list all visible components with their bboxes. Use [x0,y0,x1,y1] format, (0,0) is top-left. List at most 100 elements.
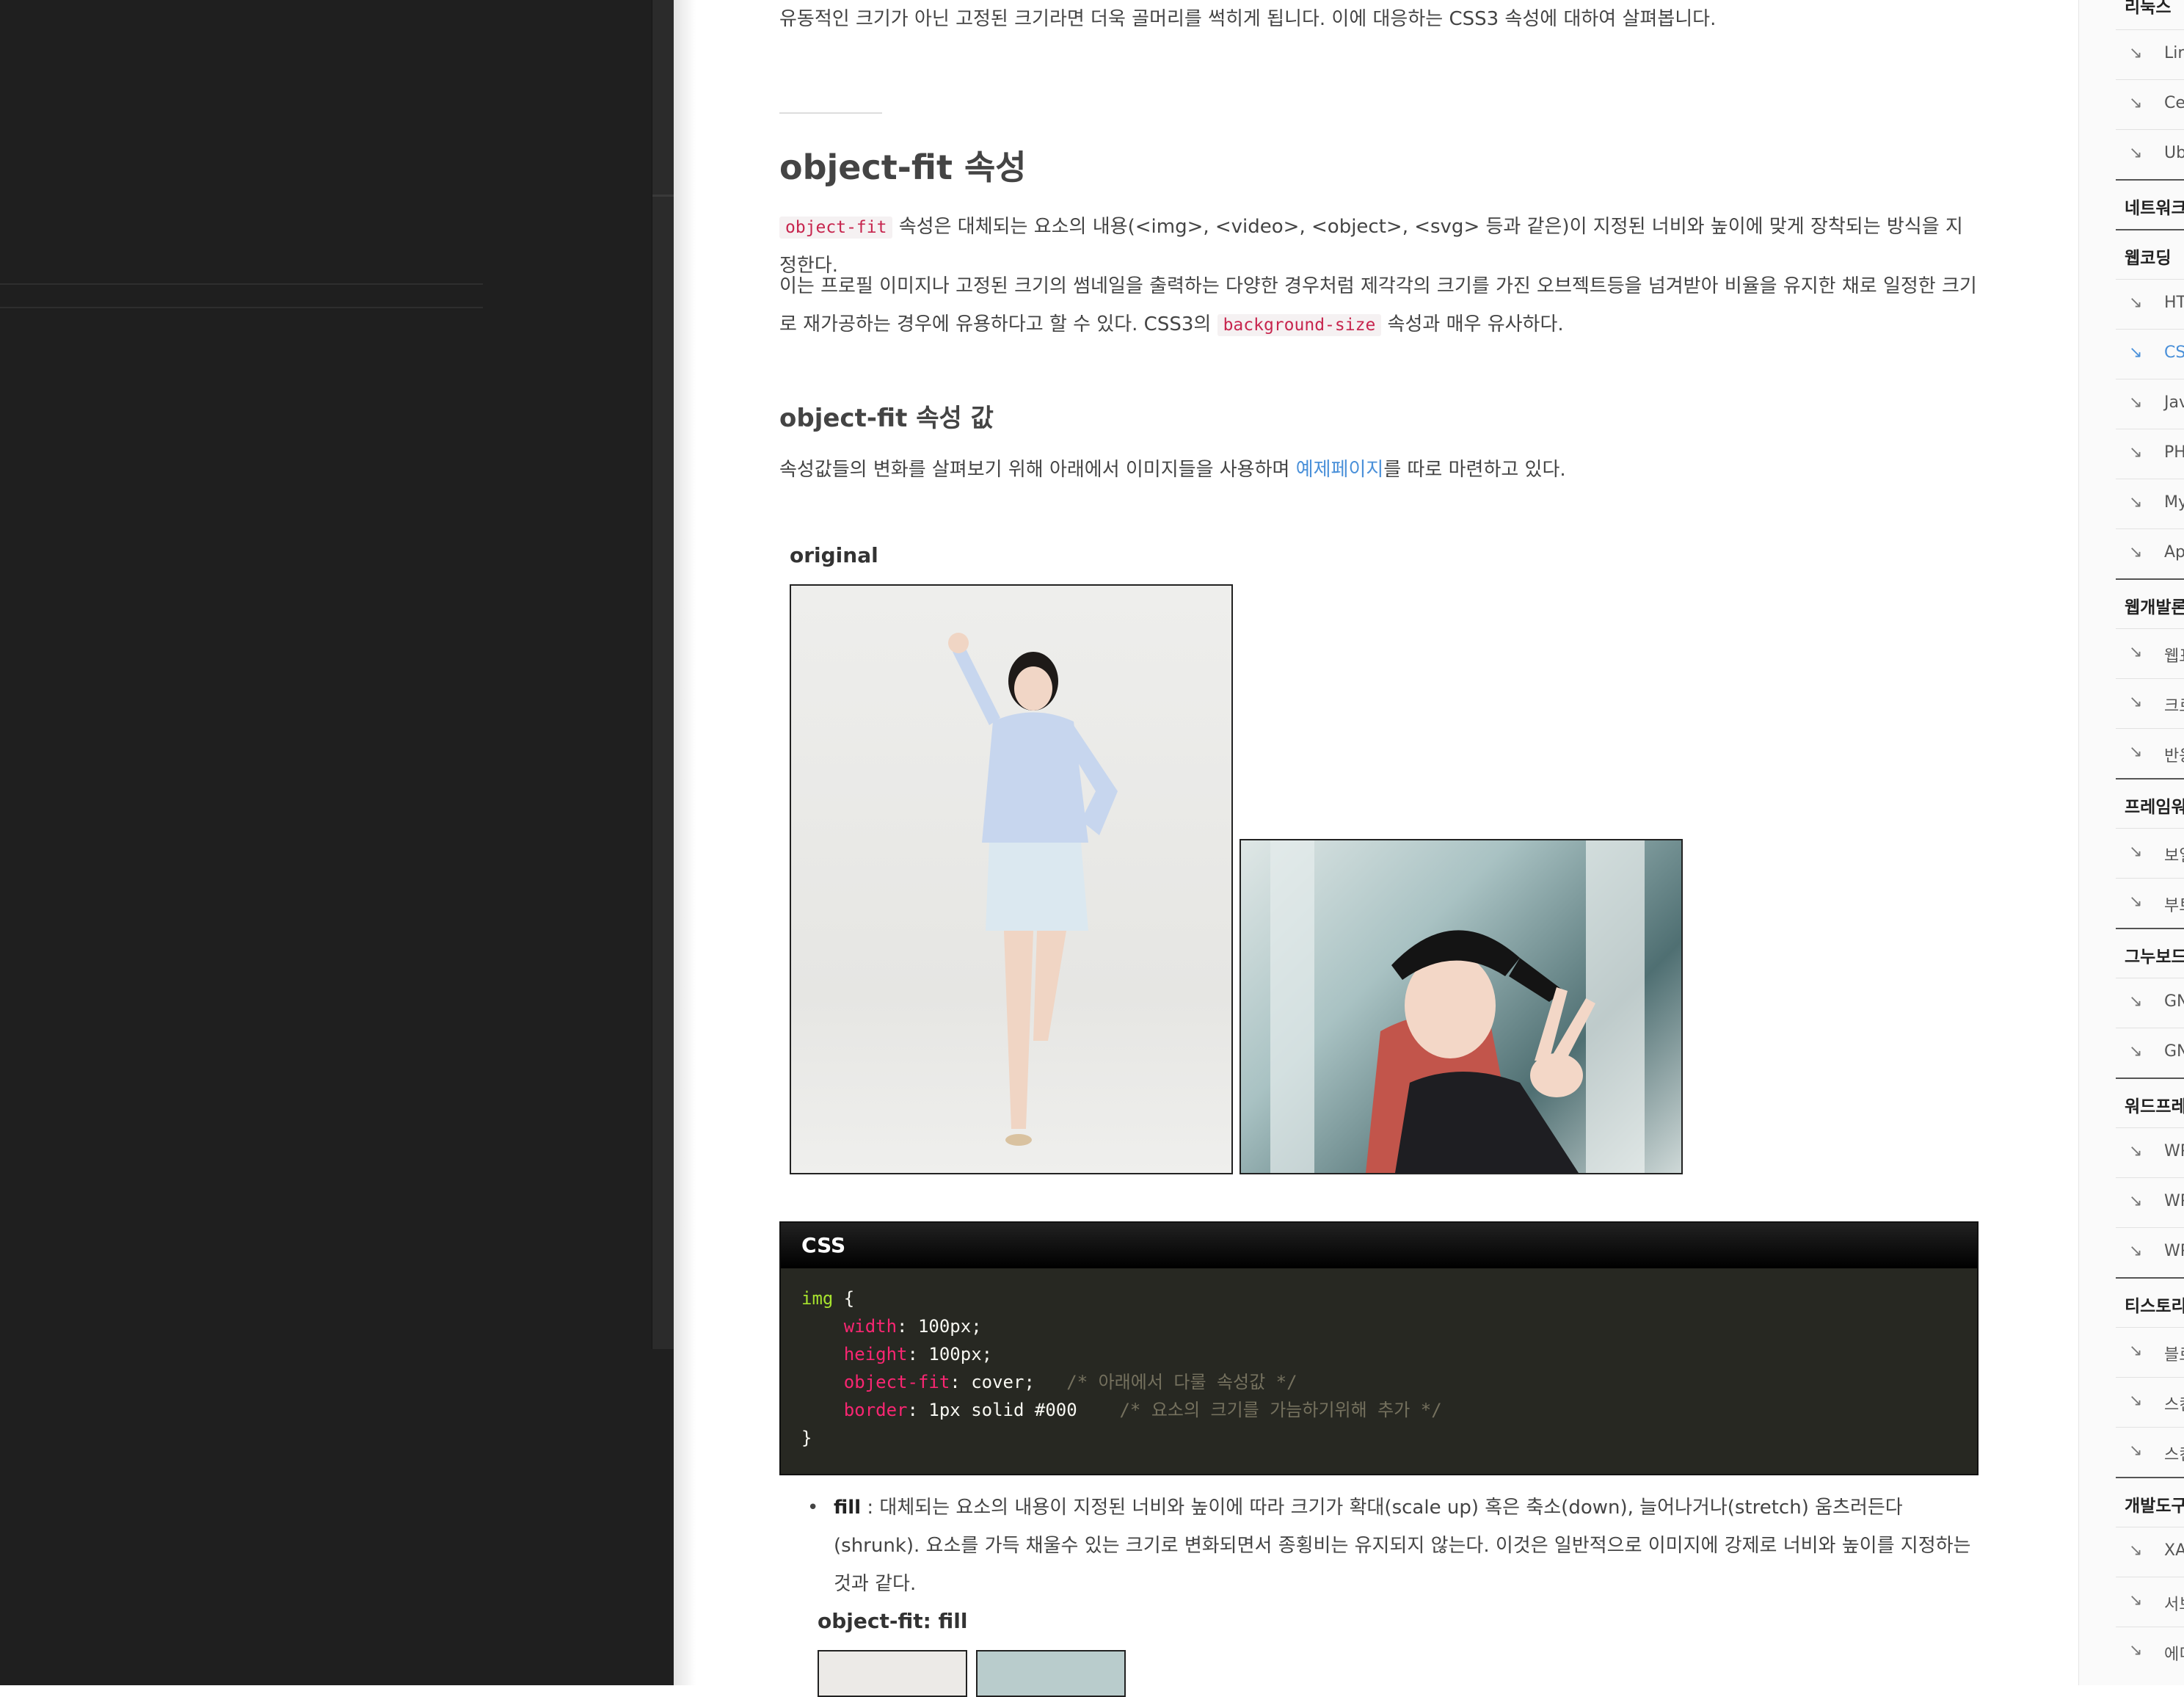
code-selector: img [801,1288,834,1309]
arrow-icon: ↘ [2129,44,2143,62]
fill-bullet-item: • fill : 대체되는 요소의 내용이 지정된 너비와 높이에 따라 크기가… [807,1489,1976,1603]
sidebar-item-wordpress-1[interactable]: ↘ WP [2079,1127,2184,1177]
sidebar-item-webdev-3[interactable]: ↘ 반응 [2079,728,2184,778]
example-text-before: 속성값들의 변화를 살펴보기 위해 아래에서 이미지들을 사용하며 [779,459,1296,481]
sidebar-item-css[interactable]: ↘ CSS [2079,329,2184,379]
bullet-description: : 대체되는 요소의 내용이 지정된 너비와 높이에 따라 크기가 확대(sca… [834,1497,1971,1595]
sidebar-item-gnuboard-1[interactable]: ↘ GNU [2079,978,2184,1028]
sidebar-category-webdev[interactable]: 웹개발론 [2079,578,2184,628]
sidebar-category-framework[interactable]: 프레임워크 [2079,778,2184,828]
sidebar-item-php[interactable]: ↘ PHP [2079,429,2184,479]
sidebar-category-label: 그누보드 [2125,948,2184,967]
arrow-icon: ↘ [2129,344,2143,362]
sidebar-item-label: WP [2164,1192,2184,1210]
arrow-icon: ↘ [2129,443,2143,462]
sidebar-category-wordpress[interactable]: 워드프레스 [2079,1078,2184,1127]
sidebar-category-label: 리눅스 [2125,0,2172,17]
arrow-icon: ↘ [2129,1641,2143,1660]
sidebar-item-label: 블로 [2164,1346,2184,1364]
sidebar-item-framework-1[interactable]: ↘ 보일 [2079,828,2184,878]
section-divider [779,112,882,114]
sidebar-category-devtools[interactable]: 개발도구 [2079,1477,2184,1527]
arrow-icon: ↘ [2129,543,2143,562]
arrow-icon: ↘ [2129,493,2143,512]
code-property: width [843,1316,898,1337]
sidebar-category-gnuboard[interactable]: 그누보드 [2079,928,2184,978]
arrow-icon: ↘ [2129,94,2143,112]
left-panel-scrollbar[interactable] [652,0,674,1349]
arrow-icon: ↘ [2129,1042,2143,1061]
demo-fill-thumb-2 [976,1650,1126,1697]
sidebar-item-mysql[interactable]: ↘ MyS [2079,479,2184,528]
subsection-title: object-fit 속성 값 [779,404,994,433]
arrow-icon: ↘ [2129,693,2143,711]
sidebar-item-label: CSS [2164,344,2184,362]
sidebar-item-webdev-1[interactable]: ↘ 웹표 [2079,628,2184,678]
sidebar-item-tistory-3[interactable]: ↘ 스킨 [2079,1427,2184,1477]
bullet-term: fill [834,1497,862,1519]
arrow-icon: ↘ [2129,743,2143,761]
arrow-icon: ↘ [2129,643,2143,661]
usage-text-after: 속성과 매우 유사하다. [1381,313,1564,335]
sidebar-item-devtools-1[interactable]: ↘ XAM [2079,1527,2184,1577]
section-title: object-fit 속성 [779,148,1027,187]
sidebar-item-html[interactable]: ↘ HTM [2079,279,2184,329]
arrow-icon: ↘ [2129,1342,2143,1360]
arrow-icon: ↘ [2129,1192,2143,1210]
sidebar-item-label: 부트 [2164,897,2184,915]
arrow-icon: ↘ [2129,393,2143,412]
sidebar-item-tistory-1[interactable]: ↘ 블로 [2079,1327,2184,1377]
sidebar-item-javascript[interactable]: ↘ Java [2079,379,2184,429]
code-value: : 100px; [897,1316,982,1337]
sidebar-item-apache[interactable]: ↘ App [2079,528,2184,578]
sidebar-item-label: WP [2164,1142,2184,1160]
sidebar-item-devtools-2[interactable]: ↘ 서브 [2079,1577,2184,1627]
sidebar-category-tistory[interactable]: 티스토리 [2079,1277,2184,1327]
sidebar-item-webdev-2[interactable]: ↘ 크로 [2079,678,2184,728]
sidebar-item-linux-1[interactable]: ↘ Linu [2079,29,2184,79]
sidebar-item-linux-3[interactable]: ↘ Ubu [2079,129,2184,179]
page-shadow [674,0,696,1685]
sidebar-item-gnuboard-2[interactable]: ↘ GNU [2079,1028,2184,1078]
left-panel-divider [0,307,483,308]
arrow-icon: ↘ [2129,144,2143,162]
sidebar-category-webcoding[interactable]: 웹코딩 [2079,229,2184,279]
code-value: : 1px solid #000 [907,1400,1077,1420]
sidebar-item-label: 스킨 [2164,1446,2184,1464]
category-sidebar: 리눅스 ↘ Linu ↘ Cen ↘ Ubu 네트워크 웹코딩 ↘ HTM ↘ CSS ↘… [2078,0,2184,1685]
sidebar-category-linux[interactable]: 리눅스 [2079,0,2184,28]
sidebar-item-wordpress-2[interactable]: ↘ WP [2079,1177,2184,1227]
sidebar-category-label: 프레임워크 [2125,798,2184,817]
sidebar-item-label: 스킨 [2164,1396,2184,1414]
sidebar-item-tistory-2[interactable]: ↘ 스킨 [2079,1377,2184,1427]
arrow-icon: ↘ [2129,992,2143,1011]
sidebar-category-label: 티스토리 [2125,1297,2184,1316]
demo-photo-full-body [790,584,1233,1174]
sidebar-item-label: PHP [2164,443,2184,462]
arrow-icon: ↘ [2129,1242,2143,1260]
sidebar-item-label: 에디 [2164,1646,2184,1664]
code-block-title: CSS [781,1223,1977,1268]
sidebar-category-label: 개발도구 [2125,1497,2184,1516]
sidebar-item-devtools-3[interactable]: ↘ 에디 [2079,1627,2184,1676]
code-comment: /* 요소의 크기를 가늠하기위해 추가 */ [1119,1400,1442,1420]
sidebar-item-label: 웹표 [2164,647,2184,666]
example-page-link[interactable]: 예제페이지 [1296,459,1384,481]
sidebar-item-linux-2[interactable]: ↘ Cen [2079,79,2184,129]
left-panel-scroll-thumb[interactable] [652,195,674,197]
code-brace-open: { [833,1288,855,1309]
demo-original-label: original [790,543,878,567]
sidebar-item-label: App [2164,543,2184,562]
sidebar-item-label: 보일 [2164,847,2184,865]
sidebar-category-network[interactable]: 네트워크 [2079,179,2184,229]
sidebar-item-label: Linu [2164,44,2184,62]
sidebar-category-label: 웹코딩 [2125,249,2172,268]
demo-photo-portrait [1240,839,1683,1174]
sidebar-item-label: XAM [2164,1541,2184,1560]
code-property: border [843,1400,908,1420]
sidebar-item-framework-2[interactable]: ↘ 부트 [2079,878,2184,928]
sidebar-item-wordpress-3[interactable]: ↘ WP [2079,1227,2184,1277]
code-property: object-fit [843,1372,950,1392]
code-block-body: img { width: 100px; height: 100px; objec… [781,1268,1977,1468]
arrow-icon: ↘ [2129,1591,2143,1610]
